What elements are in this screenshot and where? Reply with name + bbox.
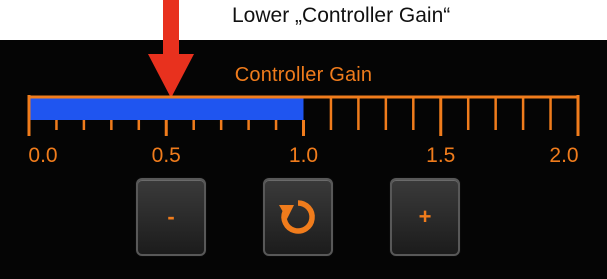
reset-button[interactable] bbox=[263, 178, 333, 256]
gauge-fill-bar bbox=[29, 98, 304, 120]
increase-button[interactable]: + bbox=[390, 178, 460, 256]
gauge-tick-label: 0.5 bbox=[151, 144, 181, 167]
increase-label: + bbox=[418, 204, 432, 229]
reset-icon bbox=[279, 200, 315, 234]
gauge-tick-label: 0.0 bbox=[28, 144, 58, 167]
gauge-tick-label: 2.0 bbox=[549, 144, 579, 167]
gauge-tick-label: 1.0 bbox=[288, 144, 319, 167]
gauge-tick-label: 1.5 bbox=[426, 144, 456, 167]
decrease-label: - bbox=[167, 204, 175, 229]
decrease-button[interactable]: - bbox=[136, 178, 206, 256]
